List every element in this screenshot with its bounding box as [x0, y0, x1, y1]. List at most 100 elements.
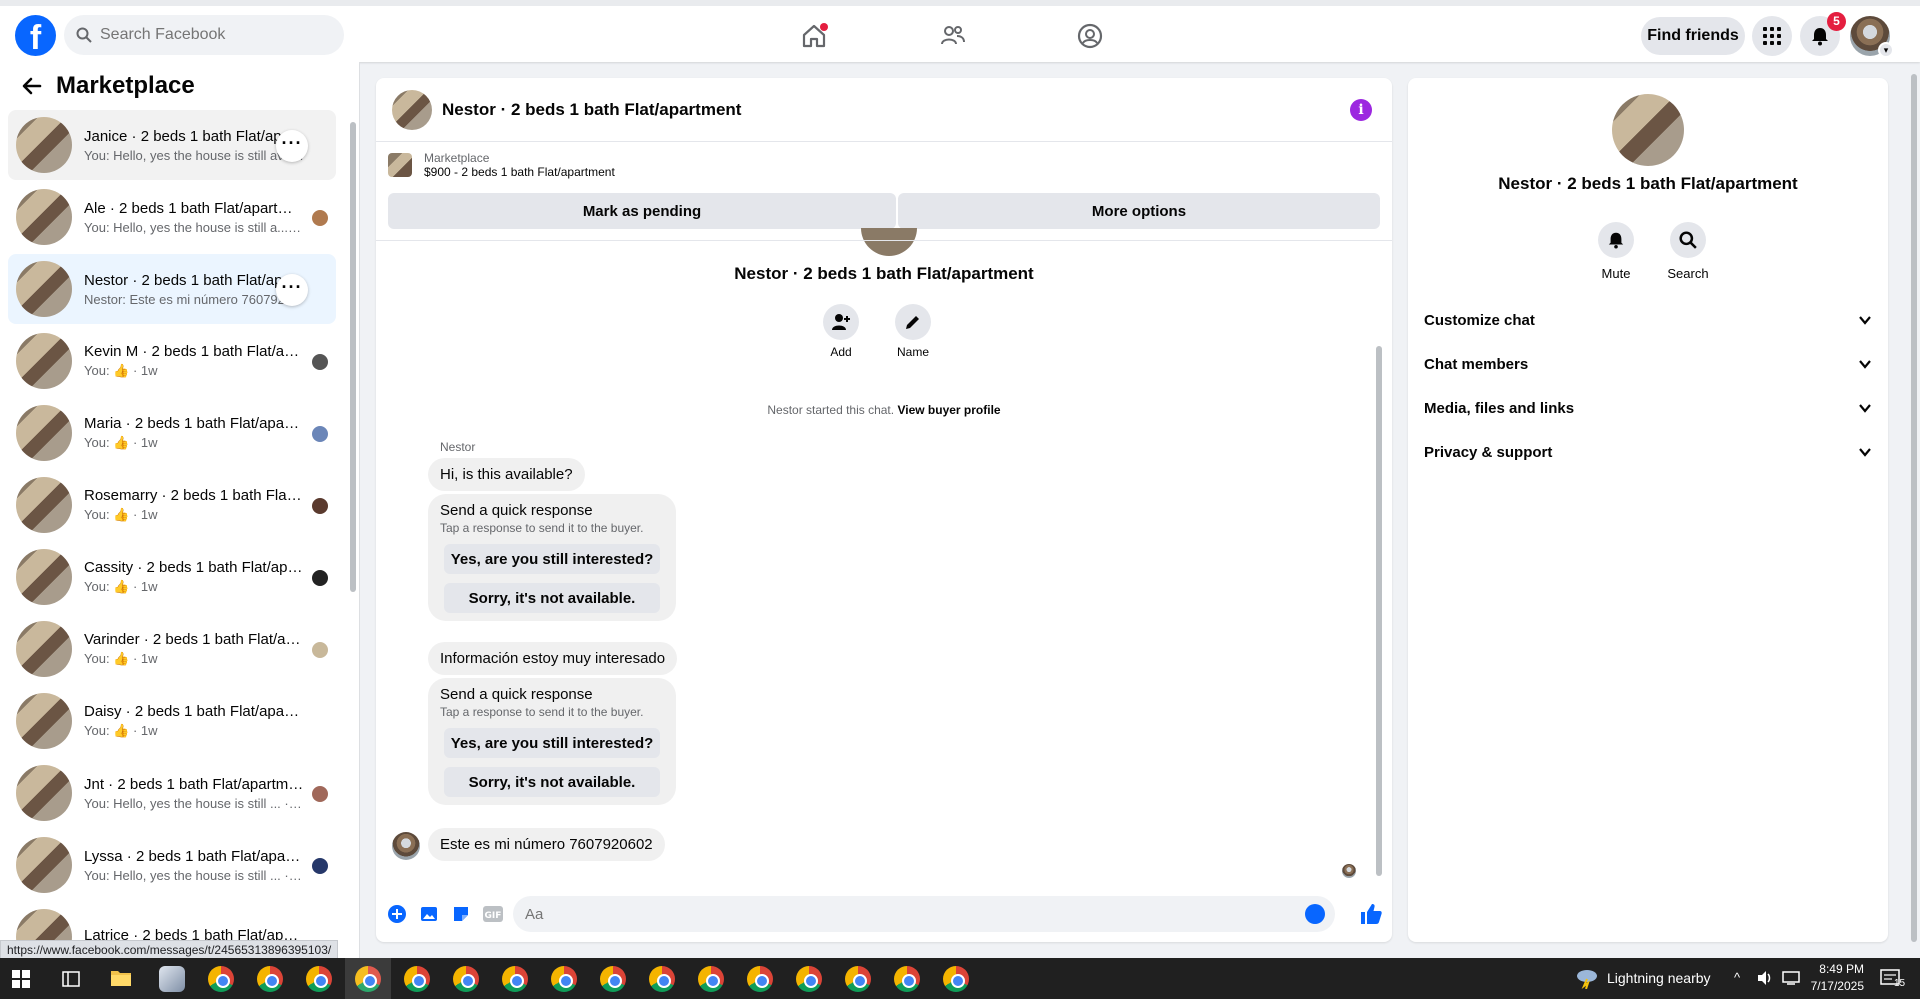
speaker-icon[interactable] [1756, 970, 1774, 986]
listing-thumbnail [16, 549, 72, 605]
chrome-icon[interactable] [747, 966, 773, 992]
chat-header: Nestor · 2 beds 1 bath Flat/apartment i [376, 78, 1392, 142]
chat-title[interactable]: Nestor · 2 beds 1 bath Flat/apartment [442, 100, 741, 120]
privacy-support-section[interactable]: Privacy & support [1424, 430, 1872, 474]
account-avatar[interactable]: ▾ [1850, 16, 1894, 58]
find-friends-button[interactable]: Find friends [1641, 17, 1745, 55]
more-options-icon[interactable]: ··· [276, 274, 308, 306]
scrollbar-thumb[interactable] [350, 122, 356, 592]
conversation-item[interactable]: Nestor · 2 beds 1 bath Flat/apartment Nes… [8, 254, 336, 324]
notifications-button[interactable]: 5 [1800, 12, 1846, 56]
sender-avatar[interactable] [392, 832, 420, 860]
friends-icon [941, 26, 965, 45]
sticker-icon[interactable] [450, 903, 472, 925]
add-label: Add [830, 345, 852, 359]
thumbs-up-icon[interactable] [1359, 902, 1383, 926]
chrome-icon[interactable] [551, 966, 577, 992]
chrome-icon[interactable] [208, 966, 234, 992]
quick-response-no-button[interactable]: Sorry, it's not available. [444, 583, 660, 613]
quick-response-yes-button[interactable]: Yes, are you still interested? [444, 544, 660, 574]
chrome-icon[interactable] [453, 966, 479, 992]
add-people-action[interactable]: Add [811, 304, 871, 359]
conversation-name: Ale · 2 beds 1 bath Flat/apartment [84, 199, 304, 217]
task-view-icon[interactable] [62, 970, 80, 988]
conversation-name: Maria · 2 beds 1 bath Flat/apartment [84, 415, 304, 432]
media-files-links-section[interactable]: Media, files and links [1424, 386, 1872, 430]
chrome-icon[interactable] [345, 958, 391, 999]
conversation-item[interactable]: Maria · 2 beds 1 bath Flat/apartment You:… [8, 398, 336, 468]
chrome-icon[interactable] [649, 966, 675, 992]
network-icon[interactable] [1782, 971, 1800, 985]
search-input[interactable] [100, 26, 320, 44]
conversation-item[interactable]: Lyssa · 2 beds 1 bath Flat/apartment You:… [8, 830, 336, 900]
chevron-down-icon: ▾ [1878, 42, 1894, 58]
mark-as-pending-button[interactable]: Mark as pending [388, 193, 896, 229]
gif-icon[interactable]: GIF [482, 903, 504, 925]
windows-taskbar: Lightning nearby ^ 8:49 PM 7/17/2025 15 [0, 958, 1920, 999]
sidebar-scrollbar[interactable] [349, 100, 357, 958]
conversation-item[interactable]: Jnt · 2 beds 1 bath Flat/apartment You: H… [8, 758, 336, 828]
listing-bar[interactable]: Marketplace $900 - 2 beds 1 bath Flat/ap… [376, 144, 1392, 186]
chevron-down-icon [1859, 448, 1871, 457]
read-receipt-avatar [312, 786, 328, 802]
chrome-icon[interactable] [894, 966, 920, 992]
file-explorer-icon[interactable] [110, 968, 132, 988]
chrome-icon[interactable] [845, 966, 871, 992]
conversation-item[interactable]: Varinder · 2 beds 1 bath Flat/apartment Y… [8, 614, 336, 684]
conversation-item[interactable]: Cassity · 2 beds 1 bath Flat/apartment Yo… [8, 542, 336, 612]
bell-icon [1812, 28, 1828, 46]
page-scrollbar[interactable] [1908, 62, 1920, 958]
listing-thumbnail [16, 693, 72, 749]
chat-scrollbar[interactable] [1374, 246, 1384, 882]
windows-start-icon[interactable] [12, 970, 30, 988]
conversation-name: Nestor · 2 beds 1 bath Flat/apartment [84, 271, 304, 289]
quick-response-no-button[interactable]: Sorry, it's not available. [444, 767, 660, 797]
conversation-item[interactable]: Kevin M · 2 beds 1 bath Flat/apartment Yo… [8, 326, 336, 396]
conversation-item[interactable]: Rosemarry · 2 beds 1 bath Flat/apartment… [8, 470, 336, 540]
more-options-icon[interactable]: ··· [276, 130, 308, 162]
emoji-icon[interactable] [1305, 904, 1325, 924]
plus-circle-icon[interactable] [386, 903, 408, 925]
weather-text[interactable]: Lightning nearby [1607, 970, 1711, 986]
more-options-button[interactable]: More options [898, 193, 1380, 229]
section-label: Chat members [1424, 355, 1529, 373]
search-box[interactable] [64, 15, 344, 55]
app-taskbar-icon[interactable] [159, 966, 185, 992]
home-nav[interactable] [794, 18, 834, 54]
chrome-icon[interactable] [502, 966, 528, 992]
system-clock[interactable]: 8:49 PM 7/17/2025 [1804, 961, 1864, 995]
photo-icon[interactable] [418, 903, 440, 925]
friends-nav[interactable] [933, 18, 973, 54]
info-icon[interactable]: i [1350, 99, 1372, 121]
details-profile-picture[interactable] [1612, 94, 1684, 166]
chat-avatar[interactable] [392, 89, 432, 130]
menu-button[interactable] [1752, 16, 1792, 56]
conversation-item[interactable]: Janice · 2 beds 1 bath Flat/apartment You… [8, 110, 336, 180]
mute-action[interactable]: Mute [1584, 222, 1648, 281]
chrome-icon[interactable] [257, 966, 283, 992]
chrome-icon[interactable] [404, 966, 430, 992]
view-buyer-profile-link[interactable]: View buyer profile [897, 403, 1000, 417]
conversation-item[interactable]: Ale · 2 beds 1 bath Flat/apartment You: H… [8, 182, 336, 252]
chrome-icon[interactable] [943, 966, 969, 992]
customize-chat-section[interactable]: Customize chat [1424, 298, 1872, 342]
name-chat-action[interactable]: Name [883, 304, 943, 359]
weather-icon[interactable] [1574, 967, 1600, 989]
chat-members-section[interactable]: Chat members [1424, 342, 1872, 386]
chrome-icon[interactable] [306, 966, 332, 992]
chrome-icon[interactable] [600, 966, 626, 992]
chevron-up-icon[interactable]: ^ [1734, 970, 1740, 985]
search-action[interactable]: Search [1656, 222, 1720, 281]
groups-nav[interactable] [1070, 18, 1110, 54]
chrome-icon[interactable] [698, 966, 724, 992]
scrollbar-thumb[interactable] [1376, 346, 1382, 876]
chrome-icon[interactable] [796, 966, 822, 992]
quick-response-yes-button[interactable]: Yes, are you still interested? [444, 728, 660, 758]
message-input[interactable] [525, 905, 1285, 923]
conversation-name: Janice · 2 beds 1 bath Flat/apartment [84, 127, 304, 145]
message-input-field[interactable] [513, 896, 1335, 932]
back-arrow-icon[interactable] [20, 74, 44, 98]
conversation-item[interactable]: Daisy · 2 beds 1 bath Flat/apartment You:… [8, 686, 336, 756]
facebook-logo[interactable]: f [15, 15, 56, 56]
scrollbar-thumb[interactable] [1911, 74, 1917, 942]
